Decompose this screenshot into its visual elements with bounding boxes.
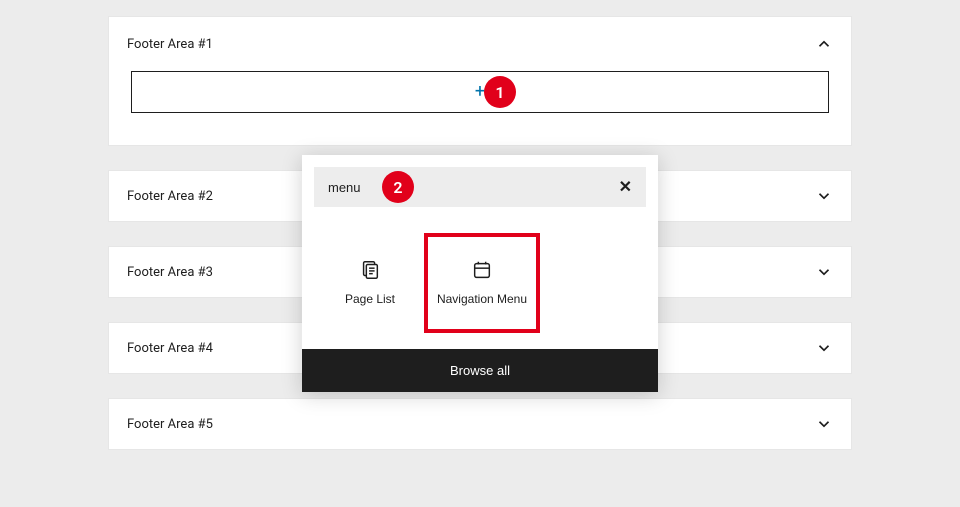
browse-all-button[interactable]: Browse all (302, 349, 658, 392)
add-block-slot[interactable]: + 1 (131, 71, 829, 113)
chevron-up-icon (815, 35, 833, 53)
annotation-marker-1: 1 (484, 76, 516, 108)
block-option-navigation-menu[interactable]: Navigation Menu (426, 235, 538, 331)
widget-area-panel: Footer Area #5 (108, 398, 852, 450)
panel-title: Footer Area #3 (127, 265, 213, 280)
panel-header[interactable]: Footer Area #1 (127, 35, 833, 71)
chevron-down-icon (815, 339, 833, 357)
block-option-page-list[interactable]: Page List (314, 235, 426, 331)
block-label: Page List (345, 292, 395, 308)
block-label: Navigation Menu (437, 292, 527, 308)
navigation-menu-icon (470, 258, 494, 282)
clear-search-button[interactable]: ✕ (619, 177, 632, 197)
panel-title: Footer Area #4 (127, 341, 213, 356)
panel-title: Footer Area #2 (127, 189, 213, 204)
chevron-down-icon (815, 415, 833, 433)
close-icon: ✕ (619, 179, 632, 196)
widget-area-panel-expanded: Footer Area #1 + 1 (108, 16, 852, 146)
panel-title: Footer Area #1 (127, 37, 213, 52)
block-inserter-popup: ✕ 2 Page List (302, 155, 658, 392)
search-box: ✕ 2 (314, 167, 646, 207)
block-search-input[interactable] (328, 180, 619, 195)
page-list-icon (358, 258, 382, 282)
chevron-down-icon (815, 187, 833, 205)
panel-header[interactable]: Footer Area #5 (109, 399, 851, 449)
chevron-down-icon (815, 263, 833, 281)
annotation-marker-2: 2 (382, 171, 414, 203)
panel-title: Footer Area #5 (127, 417, 213, 432)
